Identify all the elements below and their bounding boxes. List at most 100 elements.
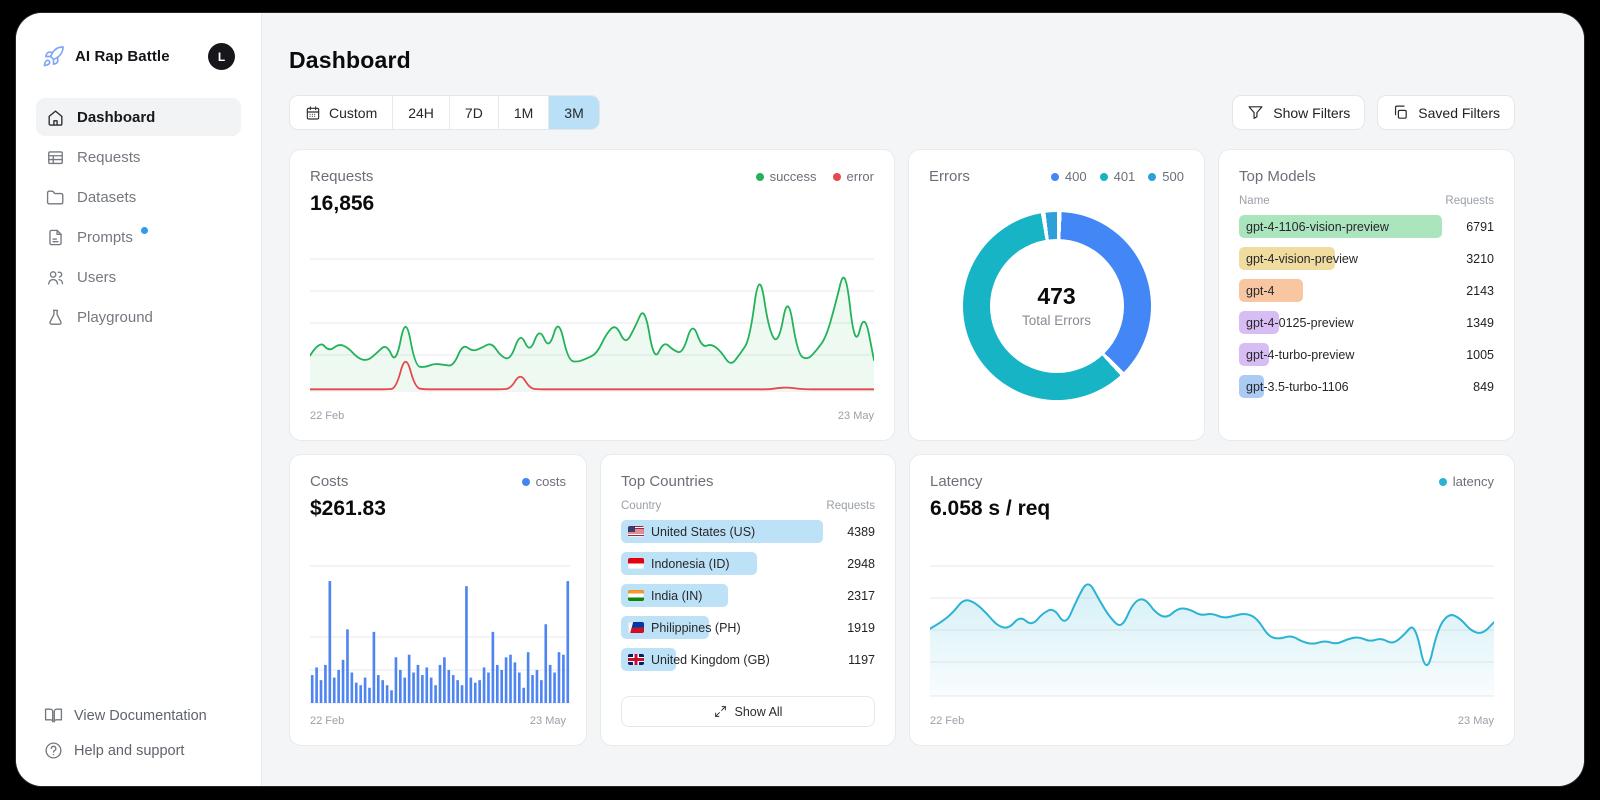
calendar-icon <box>306 105 320 120</box>
legend-item: success <box>755 169 817 184</box>
country-requests: 4389 <box>847 524 875 539</box>
country-name: Indonesia (ID) <box>621 557 730 571</box>
sidebar-item-requests[interactable]: Requests <box>36 138 241 176</box>
sidebar-item-view-documentation[interactable]: View Documentation <box>44 706 233 725</box>
errors-card: Errors 400 401 500 473 Total Errors <box>908 149 1205 441</box>
costs-legend: costs <box>521 474 566 489</box>
country-row: Indonesia (ID) 2948 <box>621 552 875 575</box>
latency-card: Latency latency 6.058 s / req 22 Feb 23 … <box>909 454 1515 746</box>
time-range-label: Custom <box>329 104 378 121</box>
show-all-button[interactable]: Show All <box>621 696 875 727</box>
notification-dot <box>140 227 148 234</box>
requests-chart: 22 Feb 23 May <box>309 249 875 422</box>
model-requests: 3210 <box>1466 251 1494 266</box>
legend-dot-icon <box>1438 477 1447 486</box>
file-icon <box>49 229 62 245</box>
avatar[interactable]: L <box>208 43 235 70</box>
model-row: gpt-4-vision-preview 3210 <box>1239 247 1494 270</box>
legend-dot-icon <box>1099 172 1108 181</box>
legend-dot-icon <box>1050 172 1059 181</box>
sidebar-item-users[interactable]: Users <box>36 258 241 296</box>
footer-link-label: View Documentation <box>74 707 207 724</box>
time-range-7d[interactable]: 7D <box>448 96 498 129</box>
sidebar-item-label: Playground <box>77 308 153 326</box>
show-filters-button[interactable]: Show Filters <box>1232 95 1366 130</box>
column-header-country: Country <box>621 500 662 512</box>
time-range-selector: Custom 24H 7D 1M 3M <box>289 95 600 130</box>
country-list: United States (US) 4389 Indonesia (ID) 2… <box>621 520 875 671</box>
users-icon <box>48 270 64 285</box>
model-name: gpt-4-turbo-preview <box>1246 347 1355 362</box>
costs-chart: 22 Feb 23 May <box>310 558 570 727</box>
legend-dot-icon <box>521 477 530 486</box>
legend-item: 401 <box>1099 169 1135 184</box>
flask-icon <box>49 309 62 325</box>
sidebar-item-prompts[interactable]: Prompts <box>36 218 241 256</box>
requests-card: Requests success error 16,856 22 Feb 23 … <box>289 149 895 441</box>
model-name: gpt-4-vision-preview <box>1246 251 1358 266</box>
legend-item: 400 <box>1050 169 1087 184</box>
app-name: AI Rap Battle <box>75 48 170 65</box>
app-window: AI Rap Battle L Dashboard Requests Dataset… <box>16 13 1584 786</box>
x-axis-start: 22 Feb <box>930 715 965 727</box>
country-name: India (IN) <box>621 589 702 603</box>
country-row: Philippines (PH) 1919 <box>621 616 875 639</box>
sidebar-item-playground[interactable]: Playground <box>36 298 241 336</box>
table-icon <box>48 150 63 164</box>
time-range-label: 7D <box>464 104 483 121</box>
sidebar-item-label: Requests <box>77 148 141 166</box>
main-content: Dashboard Custom 24H 7D 1M 3M Show Filters S… <box>262 13 1584 786</box>
copy-icon <box>1395 105 1408 119</box>
sidebar-item-label: Prompts <box>77 228 133 246</box>
x-axis-end: 23 May <box>837 410 874 422</box>
requests-value: 16,856 <box>310 192 375 215</box>
model-name: gpt-4-0125-preview <box>1246 315 1354 330</box>
model-requests: 6791 <box>1466 219 1494 234</box>
sidebar-item-datasets[interactable]: Datasets <box>36 178 241 216</box>
model-requests: 849 <box>1473 379 1494 394</box>
help-icon <box>45 742 62 759</box>
requests-legend: success error <box>755 169 874 184</box>
donut-center: 473 Total Errors <box>989 238 1124 373</box>
country-flag-icon <box>628 526 644 537</box>
model-row: gpt-4 2143 <box>1239 279 1494 302</box>
country-requests: 1197 <box>848 652 875 667</box>
sidebar-item-help-support[interactable]: Help and support <box>44 741 233 760</box>
top-countries-card: Top Countries Country Requests United St… <box>600 454 896 746</box>
country-row: United States (US) 4389 <box>621 520 875 543</box>
book-icon <box>44 708 63 723</box>
sidebar-nav: Dashboard Requests Datasets Prompts Users Pla… <box>36 98 241 336</box>
time-range-1m[interactable]: 1M <box>497 96 549 129</box>
latency-legend: latency <box>1438 474 1494 489</box>
toolbar-filters: Show Filters Saved Filters <box>1232 95 1515 130</box>
time-range-label: 24H <box>408 104 434 121</box>
time-range-24h[interactable]: 24H <box>392 96 449 129</box>
x-axis-end: 23 May <box>1457 715 1494 727</box>
footer-link-label: Help and support <box>74 742 185 759</box>
latency-chart: 22 Feb 23 May <box>929 556 1495 727</box>
model-row: gpt-3.5-turbo-1106 849 <box>1239 375 1494 398</box>
logo-row: AI Rap Battle L <box>36 43 241 70</box>
x-axis-end: 23 May <box>529 715 566 727</box>
errors-legend: 400 401 500 <box>1050 169 1184 184</box>
country-flag-icon <box>628 590 644 601</box>
card-title: Costs <box>310 473 349 490</box>
latency-value: 6.058 s / req <box>930 497 1051 520</box>
country-name: United Kingdom (GB) <box>621 653 770 667</box>
show-filters-label: Show Filters <box>1273 104 1351 121</box>
total-errors-label: Total Errors <box>1021 313 1092 328</box>
column-header-name: Name <box>1239 195 1270 207</box>
saved-filters-button[interactable]: Saved Filters <box>1377 95 1515 130</box>
card-title: Requests <box>310 168 374 185</box>
time-range-3m[interactable]: 3M <box>548 96 599 129</box>
model-requests: 2143 <box>1466 283 1494 298</box>
country-flag-icon <box>628 622 644 633</box>
country-requests: 2948 <box>847 556 875 571</box>
country-row: India (IN) 2317 <box>621 584 875 607</box>
card-title: Errors <box>929 168 970 185</box>
sidebar-item-dashboard[interactable]: Dashboard <box>36 98 241 136</box>
legend-item: 500 <box>1148 169 1184 184</box>
time-range-custom[interactable]: Custom <box>290 96 393 129</box>
cards-grid: Requests success error 16,856 22 Feb 23 … <box>289 149 1515 746</box>
country-row: United Kingdom (GB) 1197 <box>621 648 875 671</box>
